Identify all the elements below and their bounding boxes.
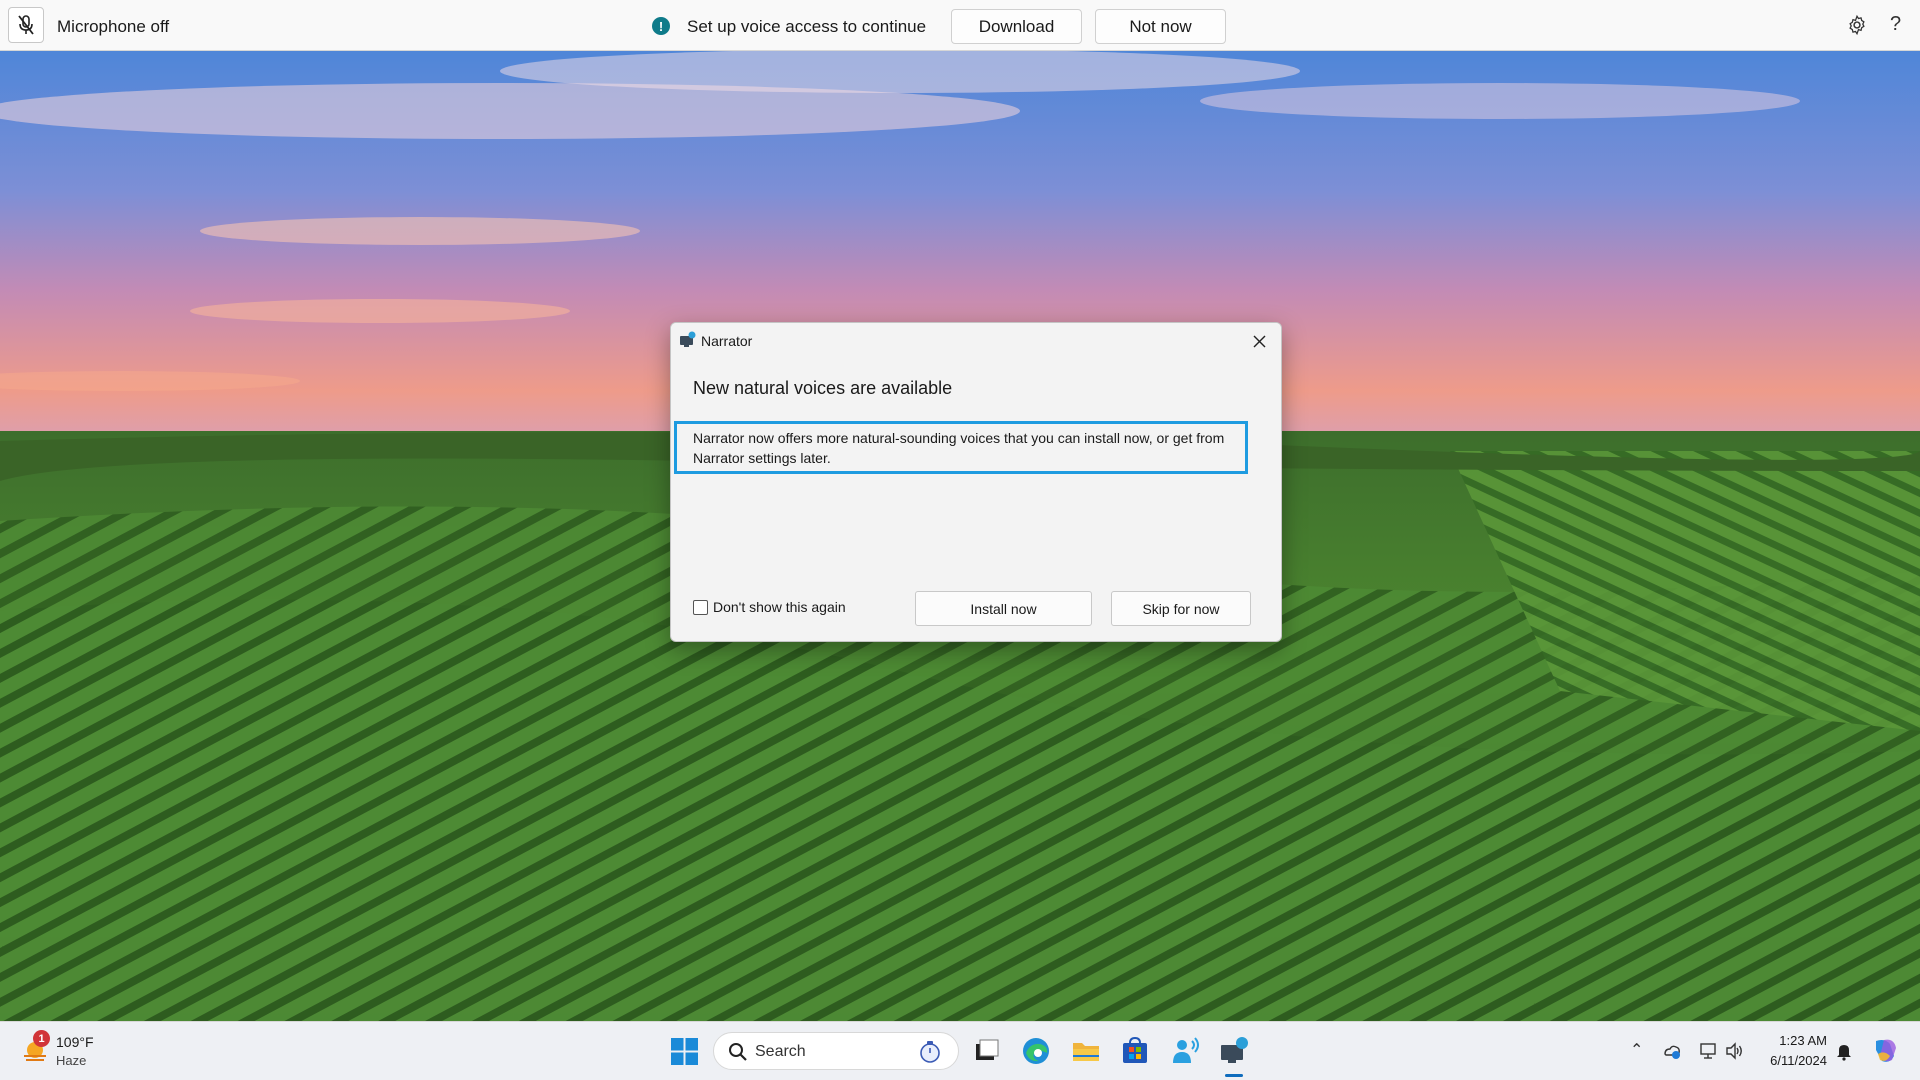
checkbox-box[interactable]: [693, 599, 708, 615]
show-hidden-icons-chevron-icon[interactable]: ⌃: [1630, 1040, 1643, 1060]
narrator-dialog: Narrator New natural voices are availabl…: [670, 322, 1282, 642]
task-view-icon[interactable]: [971, 1035, 1003, 1067]
close-button[interactable]: [1247, 329, 1271, 353]
edge-browser-icon[interactable]: [1020, 1035, 1052, 1067]
download-button[interactable]: Download: [951, 9, 1082, 44]
help-icon[interactable]: ?: [1890, 13, 1901, 36]
voice-access-icon[interactable]: [1169, 1035, 1201, 1067]
network-icon[interactable]: [1699, 1041, 1719, 1061]
clock-date[interactable]: 6/11/2024: [1760, 1053, 1827, 1068]
weather-condition: Haze: [56, 1053, 87, 1068]
taskbar-search-box[interactable]: Search: [713, 1032, 959, 1070]
search-icon: [729, 1043, 747, 1061]
dialog-heading: New natural voices are available: [693, 378, 953, 398]
narrator-app-icon: [680, 331, 696, 347]
voice-access-message: Set up voice access to continue: [687, 17, 927, 36]
search-placeholder: Search: [755, 1043, 806, 1060]
file-explorer-icon[interactable]: [1070, 1035, 1102, 1067]
microphone-status-label: Microphone off: [57, 17, 170, 36]
not-now-button[interactable]: Not now: [1095, 9, 1226, 44]
search-highlight-icon: [920, 1041, 940, 1063]
weather-temperature: 109°F: [56, 1034, 94, 1050]
windows-start-icon[interactable]: [671, 1038, 698, 1065]
voice-access-bar: Microphone off ! Set up voice access to …: [0, 0, 1920, 51]
microsoft-store-icon[interactable]: [1119, 1035, 1151, 1067]
narrator-taskbar-icon[interactable]: [1218, 1035, 1250, 1067]
taskbar: 1 109°F Haze Search ⌃ 1:23 AM 6/11/2024: [0, 1021, 1920, 1080]
microphone-toggle-button[interactable]: [8, 7, 44, 43]
volume-icon[interactable]: [1724, 1041, 1744, 1061]
settings-gear-icon[interactable]: [1846, 14, 1868, 36]
copilot-icon[interactable]: [1870, 1036, 1900, 1066]
weather-alert-badge: 1: [33, 1030, 50, 1047]
skip-for-now-button[interactable]: Skip for now: [1111, 591, 1251, 626]
dialog-titlebar: Narrator: [671, 323, 1281, 357]
microphone-off-icon: [18, 15, 34, 35]
checkbox-label: Don't show this again: [713, 599, 846, 615]
dont-show-again-checkbox[interactable]: Don't show this again: [693, 599, 846, 615]
dialog-description: Narrator now offers more natural-soundin…: [674, 421, 1248, 474]
notification-bell-icon[interactable]: [1834, 1041, 1854, 1061]
clock-time[interactable]: 1:23 AM: [1777, 1033, 1827, 1048]
onedrive-status-icon[interactable]: [1662, 1041, 1682, 1061]
info-icon: !: [652, 17, 670, 35]
close-icon: [1253, 335, 1265, 347]
active-app-indicator: [1225, 1074, 1243, 1077]
dialog-title: Narrator: [701, 333, 753, 349]
install-now-button[interactable]: Install now: [915, 591, 1092, 626]
